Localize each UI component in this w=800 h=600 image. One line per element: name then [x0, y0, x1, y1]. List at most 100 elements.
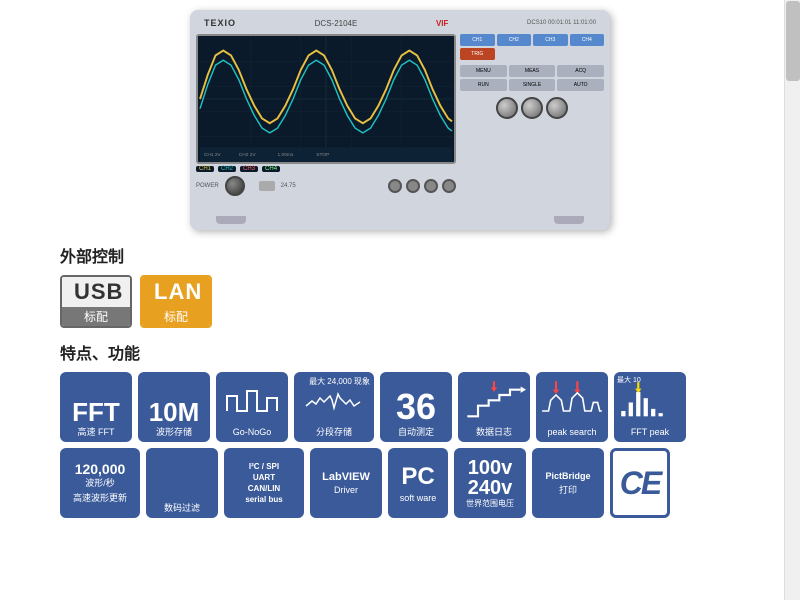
osc-model: DCS-2104E: [315, 19, 358, 28]
osc-trigger-btn[interactable]: TRIG: [460, 48, 495, 60]
feature-fftpeak-top: 最大 10: [617, 375, 641, 385]
badge-lan-title: LAN: [142, 277, 210, 307]
features-row-2: 120,000 波形/秒 高速波形更新 数码过滤 I²C / SPIUARTCA…: [60, 448, 740, 518]
osc-run-btn[interactable]: RUN: [460, 79, 507, 91]
osc-ch2-btn[interactable]: CH2: [497, 34, 532, 46]
badges-row: USB 标配 LAN 标配: [60, 275, 740, 328]
feature-digitalfilter: 数码过滤: [146, 448, 218, 518]
feature-labview-text: LabVIEW: [322, 471, 370, 483]
page-wrapper: TEXIO DCS-2104E VIF DCS10 00:01:01 11:01…: [0, 0, 800, 600]
features-row-1: FFT 高速 FFT 10M 波形存储 Go-NoGo 最大 24,000 现象: [60, 372, 740, 442]
feature-gonogo-icon: [220, 376, 284, 425]
svg-text:1.00ms: 1.00ms: [278, 152, 294, 158]
osc-foot-right: [554, 216, 584, 224]
feature-digitalfilter-sub: 数码过滤: [164, 501, 200, 514]
osc-bnc-4: [442, 179, 456, 193]
feature-voltage-main: 100v240v: [468, 458, 513, 498]
osc-knob-3[interactable]: [546, 97, 568, 119]
feature-labview-sub: Driver: [334, 485, 358, 495]
badge-lan: LAN 标配: [140, 275, 212, 328]
osc-ch4-label: CH4: [262, 166, 280, 172]
osc-ch2-label: CH2: [218, 166, 236, 172]
feature-gonogo: Go-NoGo: [216, 372, 288, 442]
osc-knobs-row: [460, 97, 604, 119]
feature-pc-text: PC: [401, 463, 434, 491]
peaksearch-svg: [540, 379, 604, 422]
osc-screen: CH1 2V CH2 2V 1.00ms STOP: [196, 34, 456, 164]
scrollbar[interactable]: [784, 0, 800, 600]
osc-knob-2[interactable]: [521, 97, 543, 119]
osc-logo: VIF: [436, 19, 448, 28]
external-control-section: 外部控制 USB 标配 LAN 标配 特点、功能 FFT 高速 FFT: [0, 235, 800, 526]
osc-meas-btn[interactable]: MEAS: [509, 65, 556, 77]
feature-fft-sub: 高速 FFT: [78, 427, 115, 438]
oscilloscope-image: TEXIO DCS-2104E VIF DCS10 00:01:01 11:01…: [0, 0, 800, 235]
osc-auto-btn[interactable]: AUTO: [557, 79, 604, 91]
osc-knob-1[interactable]: [496, 97, 518, 119]
badge-usb: USB 标配: [60, 275, 132, 328]
feature-segment: 最大 24,000 现象 分段存储: [294, 372, 374, 442]
osc-bottom-connectors: POWER 24.75: [196, 176, 456, 196]
osc-screen-area: CH1 2V CH2 2V 1.00ms STOP CH1 CH2 CH3 CH…: [196, 34, 456, 214]
osc-ch4-btn[interactable]: CH4: [570, 34, 605, 46]
osc-power-knob: [225, 176, 245, 196]
feature-peaksearch: peak search: [536, 372, 608, 442]
external-control-title: 外部控制: [60, 243, 740, 267]
osc-bnc-2: [406, 179, 420, 193]
osc-ch-labels: CH1 CH2 CH3 CH4: [196, 166, 456, 172]
fftpeak-svg: [618, 379, 682, 422]
feature-datalog: 数据日志: [458, 372, 530, 442]
feature-pictbridge-sub: 打印: [559, 483, 577, 496]
osc-serial: DCS10 00:01:01 11:01:00: [527, 20, 596, 26]
feature-datalog-icon: [462, 376, 526, 425]
osc-ch1-btn[interactable]: CH1: [460, 34, 495, 46]
feature-fftpeak: 最大 10 FFT peak: [614, 372, 686, 442]
osc-top-bar: TEXIO DCS-2104E VIF DCS10 00:01:01 11:01…: [196, 16, 604, 30]
osc-ch1-label: CH1: [196, 166, 214, 172]
osc-menu-btn[interactable]: MENU: [460, 65, 507, 77]
scrollbar-thumb[interactable]: [786, 1, 800, 81]
feature-segment-sub: 分段存储: [316, 427, 352, 438]
svg-text:STOP: STOP: [316, 152, 329, 158]
osc-body: CH1 2V CH2 2V 1.00ms STOP CH1 CH2 CH3 CH…: [196, 34, 604, 214]
osc-screen-svg: CH1 2V CH2 2V 1.00ms STOP: [198, 36, 454, 162]
feature-pictbridge: PictBridge 打印: [532, 448, 604, 518]
feature-datalog-sub: 数据日志: [476, 427, 512, 438]
osc-usb-port: [259, 181, 275, 191]
feature-pc-sub: soft ware: [400, 493, 437, 503]
osc-power-label: POWER: [196, 183, 219, 189]
segment-svg: [304, 386, 364, 416]
osc-single-btn[interactable]: SINGLE: [509, 79, 556, 91]
feature-pc: PC soft ware: [388, 448, 448, 518]
osc-right-controls: CH1 CH2 CH3 CH4 TRIG MENU MEAS ACQ RUN S…: [460, 34, 604, 214]
feature-peaksearch-sub: peak search: [547, 427, 596, 438]
feature-36-sub: 自动测定: [398, 427, 434, 438]
osc-ch3-btn[interactable]: CH3: [533, 34, 568, 46]
badge-lan-sub: 标配: [142, 307, 210, 326]
osc-voltage-label: 24.75: [281, 183, 296, 189]
osc-foot-left: [216, 216, 246, 224]
feature-ce-text: CE: [620, 465, 660, 502]
feature-voltage: 100v240v 世界范围电压: [454, 448, 526, 518]
feature-36: 36 自动测定: [380, 372, 452, 442]
feature-segment-top: 最大 24,000 现象: [309, 376, 370, 387]
feature-peaksearch-icon: [540, 376, 604, 425]
oscilloscope-body: TEXIO DCS-2104E VIF DCS10 00:01:01 11:01…: [190, 10, 610, 230]
feature-pictbridge-text: PictBridge: [545, 471, 590, 481]
feature-120k-sub2: 波形/秒: [85, 476, 115, 489]
svg-text:CH1 2V: CH1 2V: [204, 152, 222, 158]
feature-voltage-sub: 世界范围电压: [466, 498, 514, 509]
badge-usb-title: USB: [62, 277, 130, 307]
feature-i2c-text: I²C / SPIUARTCAN/LINserial bus: [245, 461, 282, 506]
osc-bnc-3: [424, 179, 438, 193]
badge-usb-sub: 标配: [62, 307, 130, 326]
osc-bnc-1: [388, 179, 402, 193]
feature-fftpeak-sub: FFT peak: [631, 427, 669, 438]
osc-acq-btn[interactable]: ACQ: [557, 65, 604, 77]
gonogo-svg: [222, 386, 282, 416]
osc-bnc-connectors: [388, 179, 456, 193]
feature-labview: LabVIEW Driver: [310, 448, 382, 518]
osc-ch3-label: CH3: [240, 166, 258, 172]
svg-text:CH2 2V: CH2 2V: [239, 152, 257, 158]
feature-fft-main: FFT: [72, 399, 120, 425]
